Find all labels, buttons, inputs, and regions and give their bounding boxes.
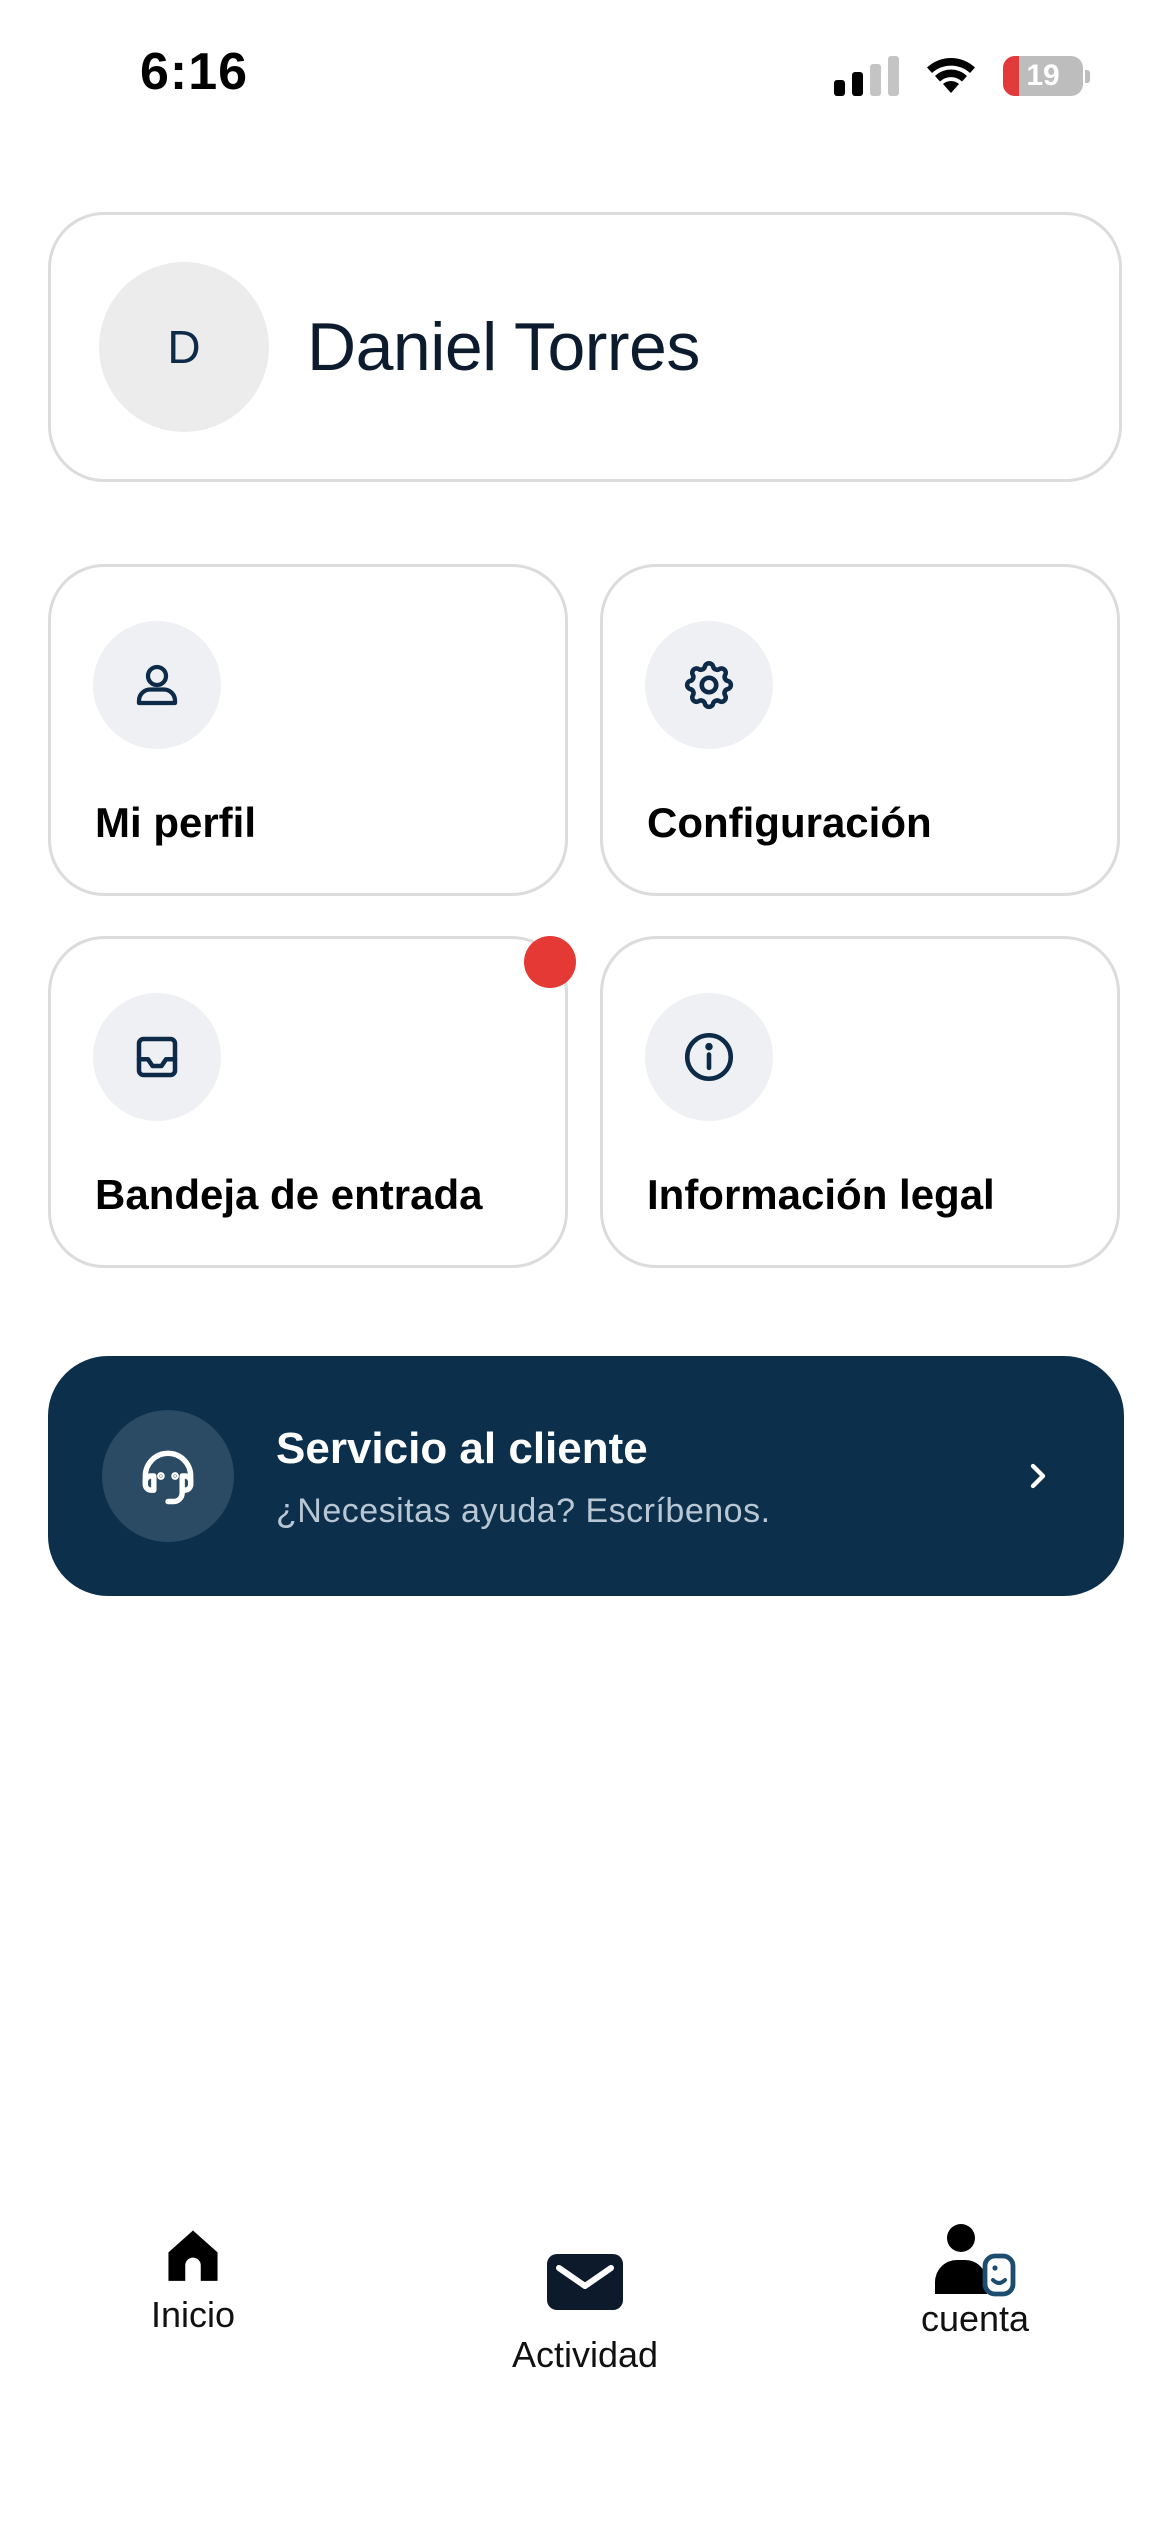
nav-label: cuenta [920,2298,1030,2339]
battery-icon: 19 [1003,56,1090,96]
battery-level: 19 [1026,59,1060,92]
profile-card[interactable]: D Daniel Torres [48,212,1122,482]
wifi-icon [927,57,975,93]
home-icon [168,2230,218,2281]
mail-icon [547,2254,623,2310]
customer-service-button[interactable]: Servicio al cliente ¿Necesitas ayuda? Es… [48,1356,1124,1596]
nav-label: Actividad [511,2334,659,2375]
status-bar: 6:16 19 [0,0,1170,150]
cellular-signal-icon [834,56,899,96]
account-screen: 6:16 19 D Daniel Torres Mi perfil Config… [0,0,1170,2532]
support-title: Servicio al cliente [276,1424,648,1473]
profile-name: Daniel Torres [307,309,700,385]
avatar: D [99,262,269,432]
info-icon [684,1032,734,1082]
nav-item-actividad[interactable]: Actividad [485,2250,685,2376]
tile-label: Configuración [647,799,932,846]
inbox-icon [136,1036,178,1078]
tile-label: Mi perfil [95,799,257,846]
nav-item-cuenta[interactable]: cuenta [895,2222,1055,2340]
nav-item-inicio[interactable]: Inicio [118,2224,268,2336]
tile-informacion-legal[interactable]: Información legal [600,936,1120,1268]
chevron-right-icon [1030,1463,1046,1489]
tile-bandeja-de-entrada[interactable]: Bandeja de entrada [48,936,568,1268]
account-icon [935,2224,1016,2297]
avatar-initial: D [167,321,201,373]
bottom-navigation: Inicio Actividad cuenta [0,2196,1170,2532]
tile-label: Información legal [647,1171,995,1218]
headset-icon [142,1450,194,1505]
tile-configuracion[interactable]: Configuración [600,564,1120,896]
support-subtitle: ¿Necesitas ayuda? Escríbenos. [276,1492,771,1530]
tile-label: Bandeja de entrada [95,1171,483,1218]
notification-badge [524,936,576,988]
nav-label: Inicio [150,2294,236,2335]
tile-mi-perfil[interactable]: Mi perfil [48,564,568,896]
gear-icon [684,661,734,710]
status-time: 6:16 [140,43,249,101]
person-icon [136,664,178,706]
status-icons: 19 [834,56,1090,96]
